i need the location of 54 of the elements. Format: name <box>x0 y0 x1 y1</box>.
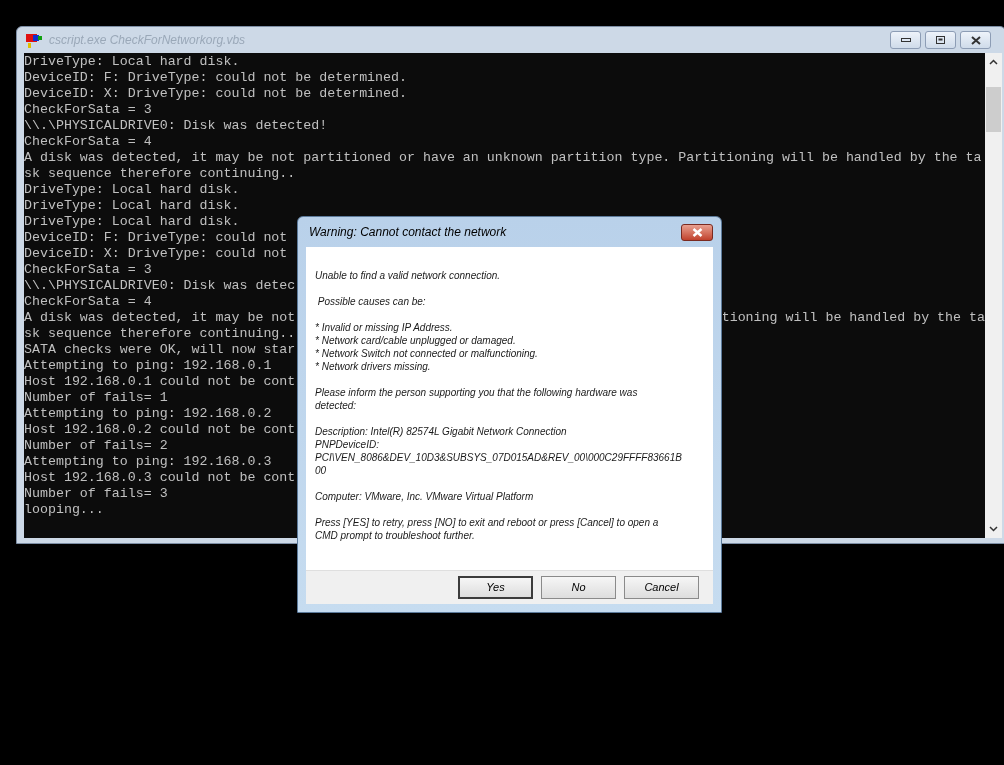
minimize-button[interactable] <box>890 31 921 49</box>
scroll-up-icon[interactable] <box>989 59 998 65</box>
console-line: Attempting to ping: 192.168.0.3 <box>24 454 272 470</box>
console-line: CheckForSata = 4 <box>24 294 152 310</box>
console-line: SATA checks were OK, will now star <box>24 342 296 358</box>
console-line: DeviceID: X: DriveType: could not be determined. <box>24 86 407 102</box>
console-line: DriveType: Local hard disk. <box>24 182 240 198</box>
dialog-button[interactable]: Yes <box>458 576 533 599</box>
console-line: Attempting to ping: 192.168.0.1 <box>24 358 272 374</box>
console-line: A disk was detected, it may be not <box>24 310 296 326</box>
close-icon <box>970 35 981 45</box>
console-line: \\.\PHYSICALDRIVE0: Disk was detected! <box>24 118 328 134</box>
dialog-message: * Invalid or missing IP Address. * Network card/cable unplugged or damaged. * Network Switch not connected or malfunctioning. * Network drivers missing. <box>315 321 539 373</box>
dialog-message: Possible causes can be: <box>316 295 427 308</box>
console-line: Number of fails= 1 <box>24 390 168 406</box>
dialog-title: Warning: Cannot contact the network <box>309 224 507 241</box>
close-button[interactable] <box>681 223 713 241</box>
console-line: Host 192.168.0.1 could not be cont <box>24 374 296 390</box>
console-line: Attempting to ping: 192.168.0.2 <box>24 406 272 422</box>
close-icon <box>691 227 703 237</box>
console-line: DriveType: Local hard disk. <box>24 214 240 230</box>
console-line: Host 192.168.0.3 could not be cont <box>24 470 296 486</box>
console-line: DriveType: Local hard disk. <box>24 198 240 214</box>
dialog-message: Unable to find a valid network connection. <box>315 269 502 282</box>
close-button[interactable] <box>960 31 991 49</box>
dialog-message: Computer: VMware, Inc. VMware Virtual Platform <box>315 490 535 503</box>
console-line: sk sequence therefore continuing.. <box>24 166 296 182</box>
minimize-icon <box>900 38 911 42</box>
console-line: tioning will be handled by the ta <box>721 310 985 326</box>
console-line: DriveType: Local hard disk. <box>24 54 240 70</box>
console-line: DeviceID: X: DriveType: could not <box>24 246 288 262</box>
console-line: DeviceID: F: DriveType: could not <box>24 230 288 246</box>
dialog-message: Press [YES] to retry, press [NO] to exit and reboot or press [Cancel] to open a CMD prompt to troubleshoot further. <box>315 516 660 542</box>
console-line: DeviceID: F: DriveType: could not be determined. <box>24 70 407 86</box>
console-line: A disk was detected, it may be not partitioned or have an unknown partition type. Partitioning will be handled by the ta <box>24 150 982 166</box>
console-line: CheckForSata = 3 <box>24 262 152 278</box>
console-line: looping... <box>24 502 104 518</box>
scroll-down-icon[interactable] <box>989 526 998 532</box>
dialog-message: Description: Intel(R) 82574L Gigabit Network Connection PNPDeviceID: PCI\VEN_8086&DEV_10D3&SUBSYS_07D015AD&REV_00\000C29FFFF83661B 00 <box>315 425 683 477</box>
scrollbar-thumb[interactable] <box>986 87 1001 132</box>
dialog-message: Please inform the person supporting you that the following hardware was detected: <box>315 386 639 412</box>
console-line: CheckForSata = 4 <box>24 134 152 150</box>
dialog-button[interactable]: No <box>541 576 616 599</box>
console-line: Number of fails= 3 <box>24 486 168 502</box>
console-line: \\.\PHYSICALDRIVE0: Disk was detec <box>24 278 296 294</box>
console-line: Host 192.168.0.2 could not be cont <box>24 422 296 438</box>
console-line: sk sequence therefore continuing.. <box>24 326 296 342</box>
console-line: Number of fails= 2 <box>24 438 168 454</box>
console-line: CheckForSata = 3 <box>24 102 152 118</box>
console-app-icon <box>25 31 43 49</box>
dialog-button[interactable]: Cancel <box>624 576 699 599</box>
maximize-icon <box>936 36 945 44</box>
scrollbar[interactable] <box>985 53 1002 538</box>
maximize-button[interactable] <box>925 31 956 49</box>
